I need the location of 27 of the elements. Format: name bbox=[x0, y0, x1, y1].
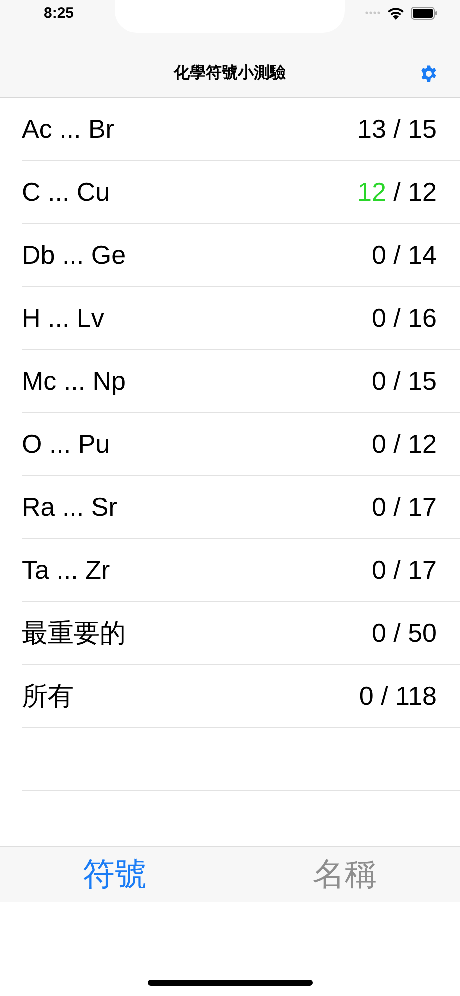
row-label[interactable]: H ... Lv bbox=[22, 302, 104, 334]
row-score: 0 / 50 bbox=[372, 618, 437, 648]
row-score: 0 / 118 bbox=[359, 680, 437, 712]
row-label[interactable]: C ... Cu bbox=[22, 176, 110, 208]
row-label[interactable]: 最重要的 bbox=[22, 616, 126, 650]
row-score: 0 / 12 bbox=[372, 428, 437, 460]
row-label[interactable]: O ... Pu bbox=[22, 428, 110, 460]
row-label[interactable]: 所有 bbox=[22, 678, 74, 714]
row-score: 0 / 16 bbox=[372, 302, 437, 334]
row-score: 13 / 15 bbox=[357, 114, 437, 144]
row-label[interactable]: Ta ... Zr bbox=[22, 554, 110, 586]
signal-icon bbox=[365, 11, 381, 15]
status-time: 8:25 bbox=[44, 4, 74, 22]
row-label[interactable]: Ra ... Sr bbox=[22, 492, 118, 522]
wifi-icon bbox=[387, 6, 405, 20]
row-score: 0 / 17 bbox=[372, 492, 437, 522]
row-score: 12 / 12 bbox=[357, 176, 437, 208]
row-score: 0 / 17 bbox=[372, 554, 437, 586]
row-label[interactable]: Ac ... Br bbox=[22, 114, 114, 144]
tab[interactable]: 符號 bbox=[0, 847, 230, 902]
row-score: 0 / 14 bbox=[372, 240, 437, 270]
battery-icon bbox=[411, 6, 438, 20]
row-label[interactable]: Mc ... Np bbox=[22, 366, 126, 396]
row-label[interactable]: Db ... Ge bbox=[22, 240, 126, 270]
row-score: 0 / 15 bbox=[372, 366, 437, 396]
nav-title: 化學符號小測驗 bbox=[174, 64, 286, 84]
settings-icon[interactable] bbox=[420, 65, 438, 83]
